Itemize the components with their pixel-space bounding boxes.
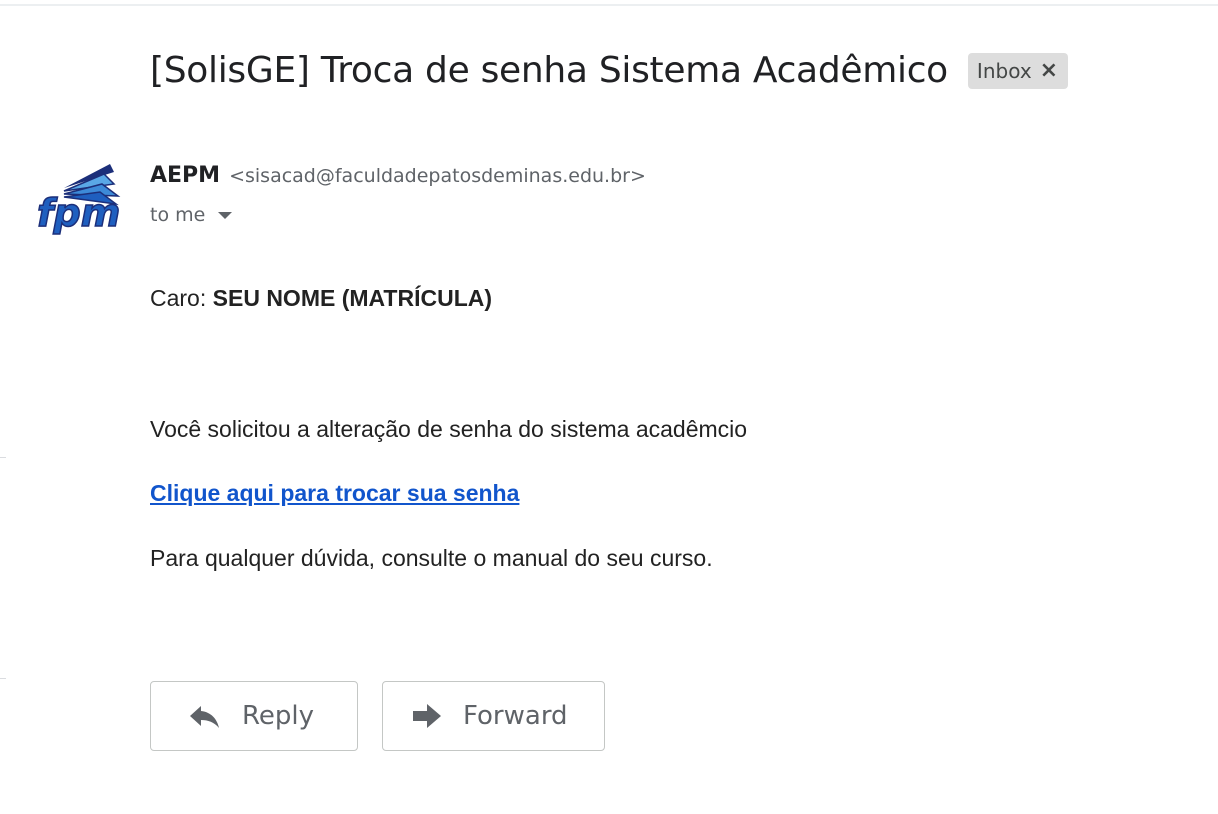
sender-avatar: fpm [34,158,122,242]
sender-line: AEPM <sisacad@faculdadepatosdeminas.edu.… [150,163,646,188]
sender-name[interactable]: AEPM [150,163,220,188]
remove-label-icon[interactable]: × [1040,58,1058,83]
greeting-prefix: Caro: [150,285,207,311]
sender-email: <sisacad@faculdadepatosdeminas.edu.br> [229,165,646,187]
email-subject: [SolisGE] Troca de senha Sistema Acadêmi… [150,50,948,91]
reply-label: Reply [242,701,315,731]
edge-marker [0,678,6,679]
recipient-text: to me [150,204,206,226]
reply-arrow-icon [190,706,219,728]
greeting-name: SEU NOME (MATRÍCULA) [212,285,493,311]
forward-label: Forward [463,701,568,731]
reply-button[interactable]: Reply [150,681,358,751]
subject-row: [SolisGE] Troca de senha Sistema Acadêmi… [150,50,1069,91]
edge-marker [0,457,6,458]
greeting: Caro: SEU NOME (MATRÍCULA) [150,285,492,312]
chevron-down-icon[interactable] [218,211,233,219]
forward-button[interactable]: Forward [382,681,605,751]
recipient-details-toggle[interactable]: to me [150,204,233,226]
change-password-link[interactable]: Clique aqui para trocar sua senha [150,480,519,507]
inbox-label-chip[interactable]: Inbox × [967,52,1069,89]
avatar-logo-text: fpm [37,191,120,235]
fpm-logo-icon: fpm [36,164,121,236]
top-divider [0,4,1218,6]
body-paragraph-help: Para qualquer dúvida, consulte o manual … [150,545,713,571]
body-paragraph-request: Você solicitou a alteração de senha do s… [150,416,748,442]
forward-arrow-icon [413,704,441,728]
label-text: Inbox [976,58,1032,83]
